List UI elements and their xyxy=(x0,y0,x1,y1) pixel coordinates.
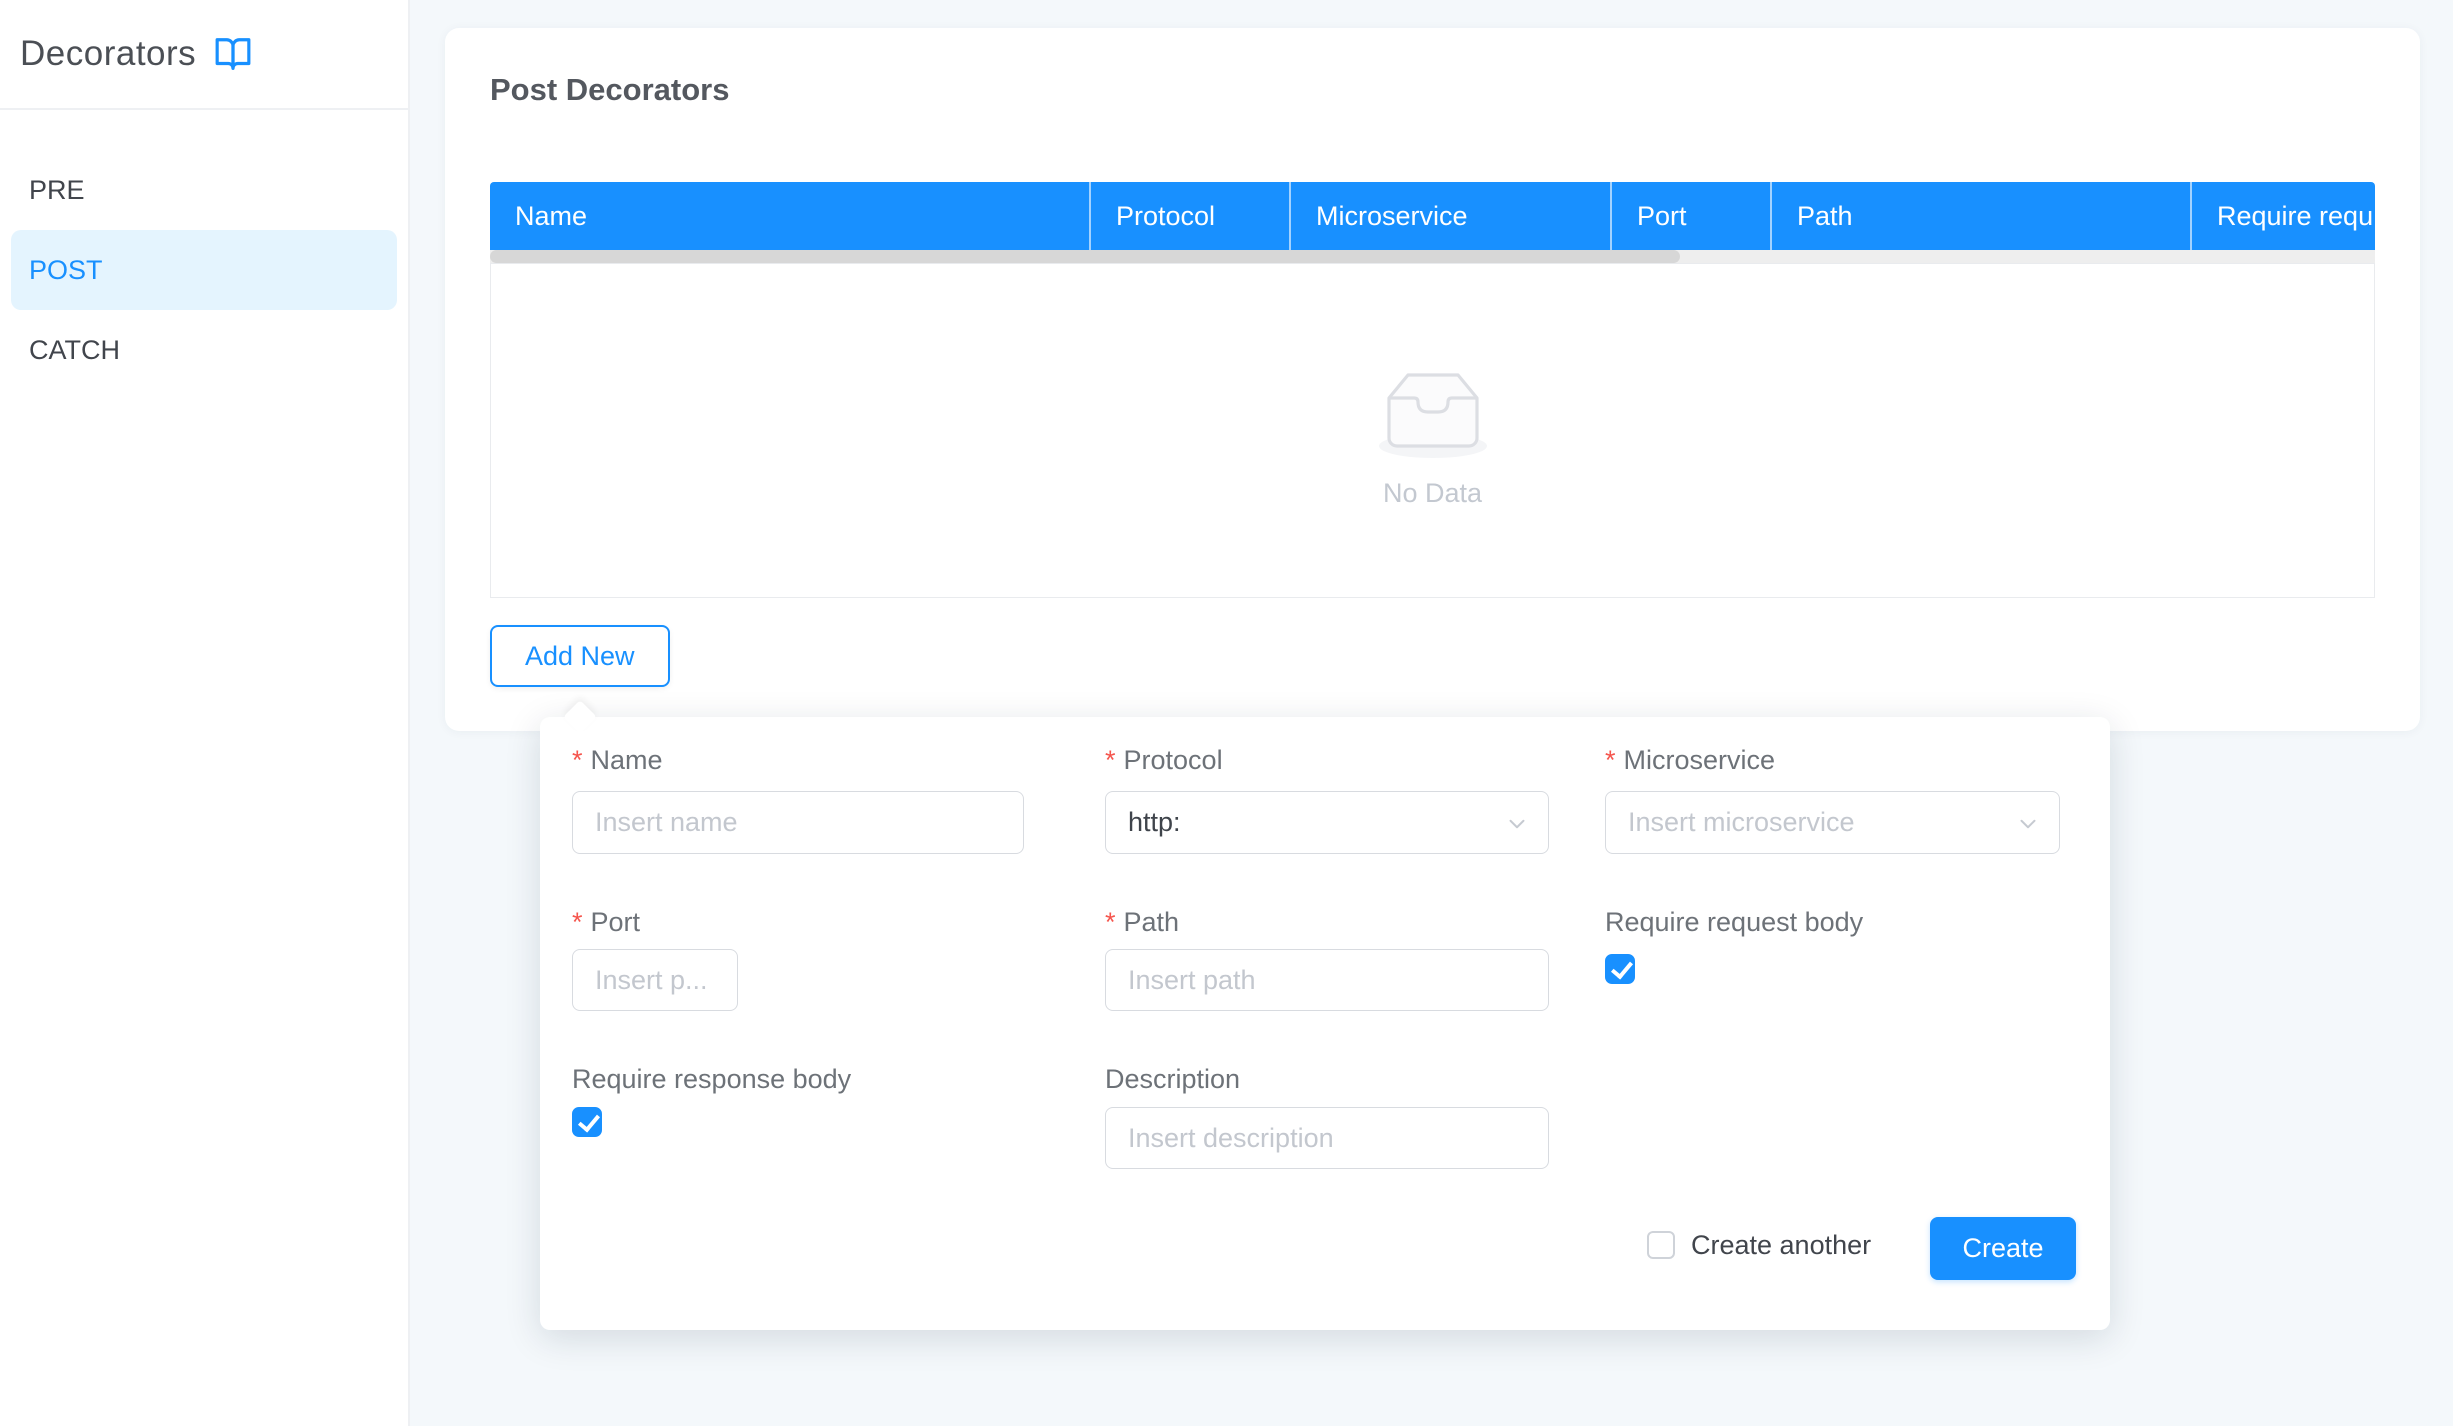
sidebar-item-post[interactable]: POST xyxy=(11,230,397,310)
port-input[interactable] xyxy=(572,949,738,1011)
column-header-protocol[interactable]: Protocol xyxy=(1089,182,1289,250)
port-field-label: *Port xyxy=(572,905,640,939)
empty-state-text: No Data xyxy=(1383,478,1482,509)
protocol-select[interactable]: http: xyxy=(1105,791,1549,854)
required-mark: * xyxy=(1605,745,1616,775)
post-decorators-card: Post Decorators Name Protocol Microservi… xyxy=(445,28,2420,731)
protocol-select-value: http: xyxy=(1128,807,1181,838)
sidebar-item-label: PRE xyxy=(29,175,85,206)
required-mark: * xyxy=(1105,907,1116,937)
table-horizontal-scrollbar-thumb[interactable] xyxy=(490,250,1680,263)
chevron-down-icon xyxy=(2015,811,2041,837)
column-header-port[interactable]: Port xyxy=(1610,182,1770,250)
name-field-label: *Name xyxy=(572,743,663,777)
sidebar-item-label: POST xyxy=(29,255,103,286)
column-header-name[interactable]: Name xyxy=(490,182,1089,250)
decorators-table: Name Protocol Microservice Port Path Req… xyxy=(490,182,2375,598)
microservice-field-label: *Microservice xyxy=(1605,743,1775,777)
require-response-body-checkbox[interactable] xyxy=(572,1107,602,1137)
sidebar-nav: PRE POST CATCH xyxy=(0,150,408,390)
empty-state: No Data xyxy=(1367,360,1499,509)
required-mark: * xyxy=(572,907,583,937)
require-request-body-checkbox[interactable] xyxy=(1605,954,1635,984)
description-input[interactable] xyxy=(1105,1107,1549,1169)
create-decorator-popover: *Name *Protocol *Microservice http: Inse… xyxy=(540,717,2110,1330)
card-title: Post Decorators xyxy=(490,72,729,108)
page: Decorators PRE POST CATCH Post Decorator… xyxy=(0,0,2453,1426)
empty-inbox-icon xyxy=(1367,360,1499,464)
sidebar-item-label: CATCH xyxy=(29,335,120,366)
add-new-button[interactable]: Add New xyxy=(490,625,670,687)
chevron-down-icon xyxy=(1504,811,1530,837)
create-another-label: Create another xyxy=(1691,1228,1871,1262)
content-area: Post Decorators Name Protocol Microservi… xyxy=(410,0,2453,1426)
book-open-icon[interactable] xyxy=(214,35,252,73)
sidebar-header: Decorators xyxy=(0,0,408,110)
sidebar: Decorators PRE POST CATCH xyxy=(0,0,410,1426)
column-header-require-request-body[interactable]: Require requ xyxy=(2190,182,2375,250)
path-field-label: *Path xyxy=(1105,905,1179,939)
required-mark: * xyxy=(572,745,583,775)
require-response-body-label: Require response body xyxy=(572,1062,851,1096)
required-mark: * xyxy=(1105,745,1116,775)
create-button[interactable]: Create xyxy=(1930,1217,2076,1280)
require-request-body-label: Require request body xyxy=(1605,905,1863,939)
sidebar-title: Decorators xyxy=(20,34,196,74)
path-input[interactable] xyxy=(1105,949,1549,1011)
sidebar-item-catch[interactable]: CATCH xyxy=(11,310,397,390)
name-input[interactable] xyxy=(572,791,1024,854)
table-header-row: Name Protocol Microservice Port Path Req… xyxy=(490,182,2375,250)
table-horizontal-scrollbar-track[interactable] xyxy=(490,250,2375,263)
column-header-microservice[interactable]: Microservice xyxy=(1289,182,1610,250)
microservice-select[interactable]: Insert microservice xyxy=(1605,791,2060,854)
create-another-checkbox[interactable] xyxy=(1647,1231,1675,1259)
protocol-field-label: *Protocol xyxy=(1105,743,1223,777)
description-field-label: Description xyxy=(1105,1062,1240,1096)
column-header-path[interactable]: Path xyxy=(1770,182,2190,250)
microservice-select-placeholder: Insert microservice xyxy=(1628,807,1855,838)
sidebar-item-pre[interactable]: PRE xyxy=(11,150,397,230)
table-empty-body: No Data xyxy=(490,263,2375,598)
